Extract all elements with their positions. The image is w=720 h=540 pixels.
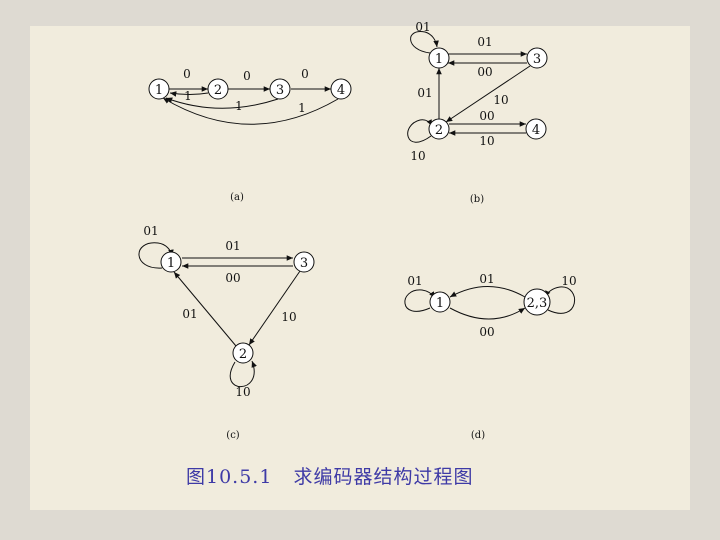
state-diagrams: 1 2 3 4 0 0 0 1 1 1 (a) 1 3 2 4 01 01 00… <box>138 20 577 441</box>
edge-label: 01 <box>407 274 422 288</box>
edge-label: 10 <box>281 310 296 324</box>
svg-text:2: 2 <box>239 347 247 362</box>
panel-c: 1 3 2 01 01 00 01 10 10 (c) <box>138 224 315 441</box>
edge-d-23-1 <box>449 286 526 298</box>
edge-label: 1 <box>184 89 192 103</box>
edge-label: 00 <box>479 109 494 123</box>
edge-label: 0 <box>243 69 251 83</box>
edge-label: 01 <box>417 86 432 100</box>
edge-label: 01 <box>415 20 430 34</box>
panel-b: 1 3 2 4 01 01 00 01 10 00 10 10 (b) <box>407 20 548 205</box>
node-d-1: 1 <box>429 291 451 313</box>
svg-text:1: 1 <box>155 83 163 98</box>
edge-label: 0 <box>183 67 191 81</box>
self-loop-b-2 <box>407 119 433 143</box>
edge-label: 10 <box>493 93 508 107</box>
svg-text:1: 1 <box>167 256 175 271</box>
svg-text:2: 2 <box>214 83 222 98</box>
edge-label: 01 <box>225 239 240 253</box>
node-a-2: 2 <box>207 78 229 100</box>
node-a-1: 1 <box>148 78 170 100</box>
edge-label: 10 <box>235 385 250 399</box>
node-a-3: 3 <box>269 78 291 100</box>
svg-text:4: 4 <box>337 83 345 98</box>
edge-label: 00 <box>479 325 494 339</box>
edge-label: 01 <box>477 35 492 49</box>
svg-text:1: 1 <box>436 296 444 311</box>
edge-label: 10 <box>410 149 425 163</box>
panel-label: (a) <box>230 192 244 203</box>
edge-label: 00 <box>225 271 240 285</box>
slide: 1 2 3 4 0 0 0 1 1 1 (a) 1 3 2 4 01 01 00… <box>0 0 720 540</box>
svg-text:3: 3 <box>276 83 284 98</box>
self-loop-c-2 <box>229 360 257 388</box>
node-b-4: 4 <box>525 118 547 140</box>
edge-label: 1 <box>235 99 243 113</box>
edge-a-3-1 <box>165 97 279 109</box>
node-c-1: 1 <box>160 251 182 273</box>
svg-text:2: 2 <box>435 123 443 138</box>
panel-d: 1 2,3 01 01 10 00 (d) <box>404 272 577 441</box>
node-b-1: 1 <box>428 47 450 69</box>
svg-text:3: 3 <box>300 256 308 271</box>
svg-text:1: 1 <box>435 52 443 67</box>
svg-text:2,3: 2,3 <box>527 296 548 311</box>
node-b-2: 2 <box>428 118 450 140</box>
edge-c-3-2 <box>248 270 301 346</box>
edge-label: 00 <box>477 65 492 79</box>
edge-label: 1 <box>298 101 306 115</box>
edge-label: 10 <box>561 274 576 288</box>
node-d-23: 2,3 <box>523 288 551 316</box>
node-c-3: 3 <box>293 251 315 273</box>
panel-label: (b) <box>470 194 484 205</box>
panel-label: (c) <box>226 430 240 441</box>
panel-label: (d) <box>471 430 485 441</box>
edge-label: 01 <box>182 307 197 321</box>
node-a-4: 4 <box>330 78 352 100</box>
figure-caption: 图10.5.1 求编码器结构过程图 <box>186 466 474 488</box>
node-b-3: 3 <box>526 47 548 69</box>
edge-label: 10 <box>479 134 494 148</box>
panel-a: 1 2 3 4 0 0 0 1 1 1 (a) <box>148 67 352 203</box>
svg-text:3: 3 <box>533 52 541 67</box>
edge-label: 01 <box>479 272 494 286</box>
svg-text:4: 4 <box>532 123 540 138</box>
edge-label: 01 <box>143 224 158 238</box>
edge-label: 0 <box>301 67 309 81</box>
node-c-2: 2 <box>232 342 254 364</box>
edge-d-1-23 <box>449 307 526 320</box>
